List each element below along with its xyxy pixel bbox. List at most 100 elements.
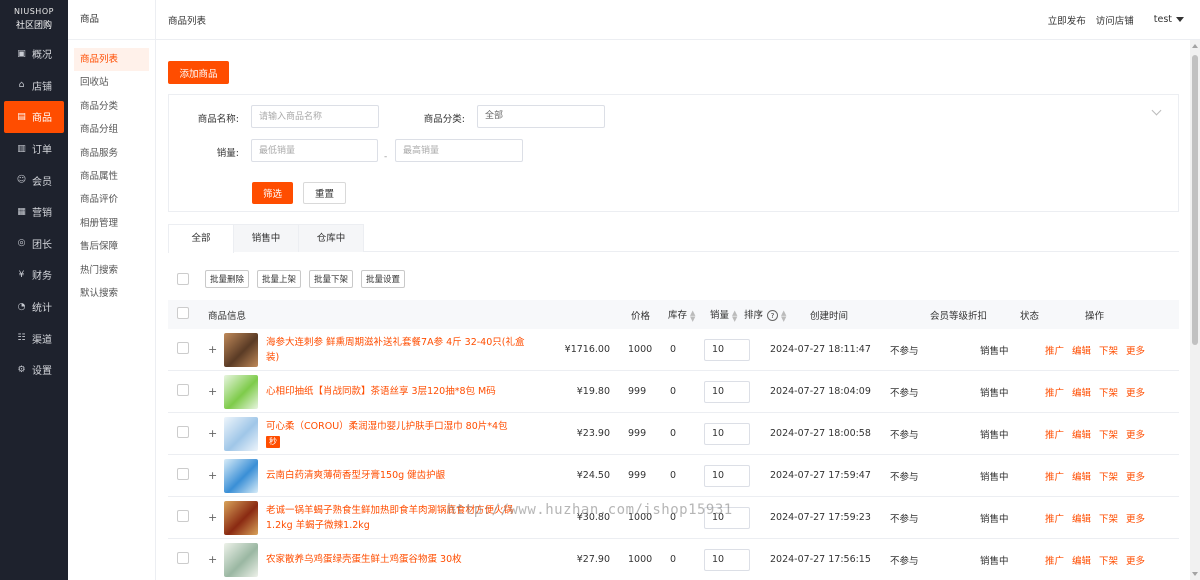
off-shelf-link[interactable]: 下架 bbox=[1099, 511, 1118, 525]
scroll-down-arrow-icon[interactable] bbox=[1192, 572, 1198, 576]
brand-logo[interactable]: NIUSHOP 社区团购 bbox=[0, 0, 68, 38]
sub-nav-item[interactable]: 商品服务 bbox=[74, 142, 149, 165]
batch-button[interactable]: 批量下架 bbox=[309, 270, 354, 288]
sub-nav-item[interactable]: 热门搜索 bbox=[74, 259, 149, 282]
sub-nav-item[interactable]: 售后保障 bbox=[74, 235, 149, 258]
nav-item-10[interactable]: ⚙ 设置 bbox=[0, 354, 68, 386]
expand-plus-icon[interactable]: + bbox=[208, 469, 224, 482]
min-sales-input[interactable] bbox=[251, 139, 378, 162]
nav-item-5[interactable]: ▦ 营销 bbox=[0, 196, 68, 228]
scrollbar-thumb[interactable] bbox=[1192, 55, 1198, 345]
help-icon[interactable]: ? bbox=[767, 310, 779, 322]
row-checkbox[interactable] bbox=[177, 552, 189, 564]
goods-thumbnail[interactable] bbox=[224, 500, 258, 535]
sub-nav-item[interactable]: 商品分类 bbox=[74, 95, 149, 118]
sort-input[interactable] bbox=[704, 422, 750, 445]
batch-button[interactable]: 批量上架 bbox=[257, 270, 302, 288]
nav-item-7[interactable]: ¥ 财务 bbox=[0, 259, 68, 291]
more-link[interactable]: 更多 bbox=[1126, 511, 1145, 525]
goods-thumbnail[interactable] bbox=[224, 416, 258, 451]
nav-item-4[interactable]: ☺ 会员 bbox=[0, 164, 68, 196]
sub-nav-item[interactable]: 默认搜索 bbox=[74, 282, 149, 305]
goods-name-link[interactable]: 海参大连刺参 鲜熏周期滋补送礼套餐7A参 4斤 32-40只(礼盒装) bbox=[266, 337, 524, 363]
row-checkbox[interactable] bbox=[177, 510, 189, 522]
add-goods-button[interactable]: 添加商品 bbox=[168, 61, 229, 84]
batch-button[interactable]: 批量删除 bbox=[205, 270, 250, 288]
goods-thumbnail[interactable] bbox=[224, 332, 258, 367]
sort-input[interactable] bbox=[704, 464, 750, 487]
row-checkbox[interactable] bbox=[177, 342, 189, 354]
goods-name-link[interactable]: 农家散养乌鸡蛋绿壳蛋生鲜土鸡蛋谷物蛋 30枚 bbox=[266, 554, 462, 565]
promote-link[interactable]: 推广 bbox=[1045, 427, 1064, 441]
goods-name-link[interactable]: 云南白药清爽薄荷香型牙膏150g 健齿护龈 bbox=[266, 470, 445, 481]
sort-input[interactable] bbox=[704, 506, 750, 529]
nav-item-8[interactable]: ◔ 统计 bbox=[0, 291, 68, 323]
sub-nav-item[interactable]: 回收站 bbox=[74, 71, 149, 94]
nav-item-0[interactable]: ▣ 概况 bbox=[0, 38, 68, 70]
edit-link[interactable]: 编辑 bbox=[1072, 511, 1091, 525]
more-link[interactable]: 更多 bbox=[1126, 553, 1145, 567]
nav-item-6[interactable]: ◎ 团长 bbox=[0, 228, 68, 260]
row-checkbox[interactable] bbox=[177, 384, 189, 396]
off-shelf-link[interactable]: 下架 bbox=[1099, 427, 1118, 441]
header-stock[interactable]: 库存 ▲ ▼ bbox=[650, 307, 700, 322]
expand-plus-icon[interactable]: + bbox=[208, 427, 224, 440]
user-menu[interactable]: test bbox=[1154, 14, 1184, 25]
category-select[interactable]: 全部 bbox=[477, 105, 605, 128]
goods-name-link[interactable]: 心相印抽纸【肖战同款】茶语丝享 3层120抽*8包 M码 bbox=[266, 386, 496, 397]
sub-nav-item[interactable]: 商品评价 bbox=[74, 188, 149, 211]
tab-1[interactable]: 销售中 bbox=[233, 224, 299, 252]
row-checkbox[interactable] bbox=[177, 426, 189, 438]
promote-link[interactable]: 推广 bbox=[1045, 553, 1064, 567]
edit-link[interactable]: 编辑 bbox=[1072, 469, 1091, 483]
tab-2[interactable]: 仓库中 bbox=[298, 224, 364, 252]
goods-thumbnail[interactable] bbox=[224, 374, 258, 409]
promote-link[interactable]: 推广 bbox=[1045, 469, 1064, 483]
filter-button[interactable]: 筛选 bbox=[252, 182, 293, 204]
sub-nav-item[interactable]: 商品列表 bbox=[74, 48, 149, 72]
sort-input[interactable] bbox=[704, 338, 750, 361]
page-scrollbar[interactable] bbox=[1190, 40, 1200, 580]
off-shelf-link[interactable]: 下架 bbox=[1099, 343, 1118, 357]
tab-0[interactable]: 全部 bbox=[168, 224, 234, 253]
goods-name-link[interactable]: 可心柔（COROU）柔润湿巾婴儿护肤手口湿巾 80片*4包 bbox=[266, 421, 508, 432]
header-sales[interactable]: 销量 ▲ ▼ bbox=[700, 307, 742, 322]
edit-link[interactable]: 编辑 bbox=[1072, 385, 1091, 399]
scroll-up-arrow-icon[interactable] bbox=[1192, 44, 1198, 48]
edit-link[interactable]: 编辑 bbox=[1072, 427, 1091, 441]
more-link[interactable]: 更多 bbox=[1126, 385, 1145, 399]
expand-plus-icon[interactable]: + bbox=[208, 343, 224, 356]
more-link[interactable]: 更多 bbox=[1126, 427, 1145, 441]
header-checkbox[interactable] bbox=[177, 307, 189, 319]
goods-name-link[interactable]: 老诚一锅羊蝎子熟食生鲜加热即食羊肉涮锅底食材方便火锅1.2kg 羊蝎子微辣1.2… bbox=[266, 505, 513, 531]
off-shelf-link[interactable]: 下架 bbox=[1099, 469, 1118, 483]
goods-name-input[interactable] bbox=[251, 105, 379, 128]
sub-nav-item[interactable]: 商品属性 bbox=[74, 165, 149, 188]
nav-item-3[interactable]: ▥ 订单 bbox=[0, 133, 68, 165]
promote-link[interactable]: 推广 bbox=[1045, 343, 1064, 357]
sort-input[interactable] bbox=[704, 548, 750, 571]
select-all-checkbox[interactable] bbox=[177, 273, 189, 285]
nav-item-1[interactable]: ⌂ 店铺 bbox=[0, 70, 68, 102]
batch-button[interactable]: 批量设置 bbox=[361, 270, 406, 288]
promote-link[interactable]: 推广 bbox=[1045, 511, 1064, 525]
goods-thumbnail[interactable] bbox=[224, 458, 258, 493]
off-shelf-link[interactable]: 下架 bbox=[1099, 385, 1118, 399]
off-shelf-link[interactable]: 下架 bbox=[1099, 553, 1118, 567]
more-link[interactable]: 更多 bbox=[1126, 469, 1145, 483]
promote-link[interactable]: 推广 bbox=[1045, 385, 1064, 399]
sub-nav-item[interactable]: 商品分组 bbox=[74, 118, 149, 141]
expand-plus-icon[interactable]: + bbox=[208, 511, 224, 524]
row-checkbox[interactable] bbox=[177, 468, 189, 480]
nav-item-9[interactable]: ☷ 渠道 bbox=[0, 322, 68, 354]
edit-link[interactable]: 编辑 bbox=[1072, 343, 1091, 357]
more-link[interactable]: 更多 bbox=[1126, 343, 1145, 357]
visit-store-link[interactable]: 访问店铺 bbox=[1096, 13, 1134, 27]
reset-button[interactable]: 重置 bbox=[303, 182, 346, 204]
expand-plus-icon[interactable]: + bbox=[208, 553, 224, 566]
sort-input[interactable] bbox=[704, 380, 750, 403]
header-sort[interactable]: 排序? ▲ ▼ bbox=[742, 307, 810, 322]
publish-link[interactable]: 立即发布 bbox=[1048, 13, 1086, 27]
max-sales-input[interactable] bbox=[395, 139, 523, 162]
goods-thumbnail[interactable] bbox=[224, 542, 258, 577]
